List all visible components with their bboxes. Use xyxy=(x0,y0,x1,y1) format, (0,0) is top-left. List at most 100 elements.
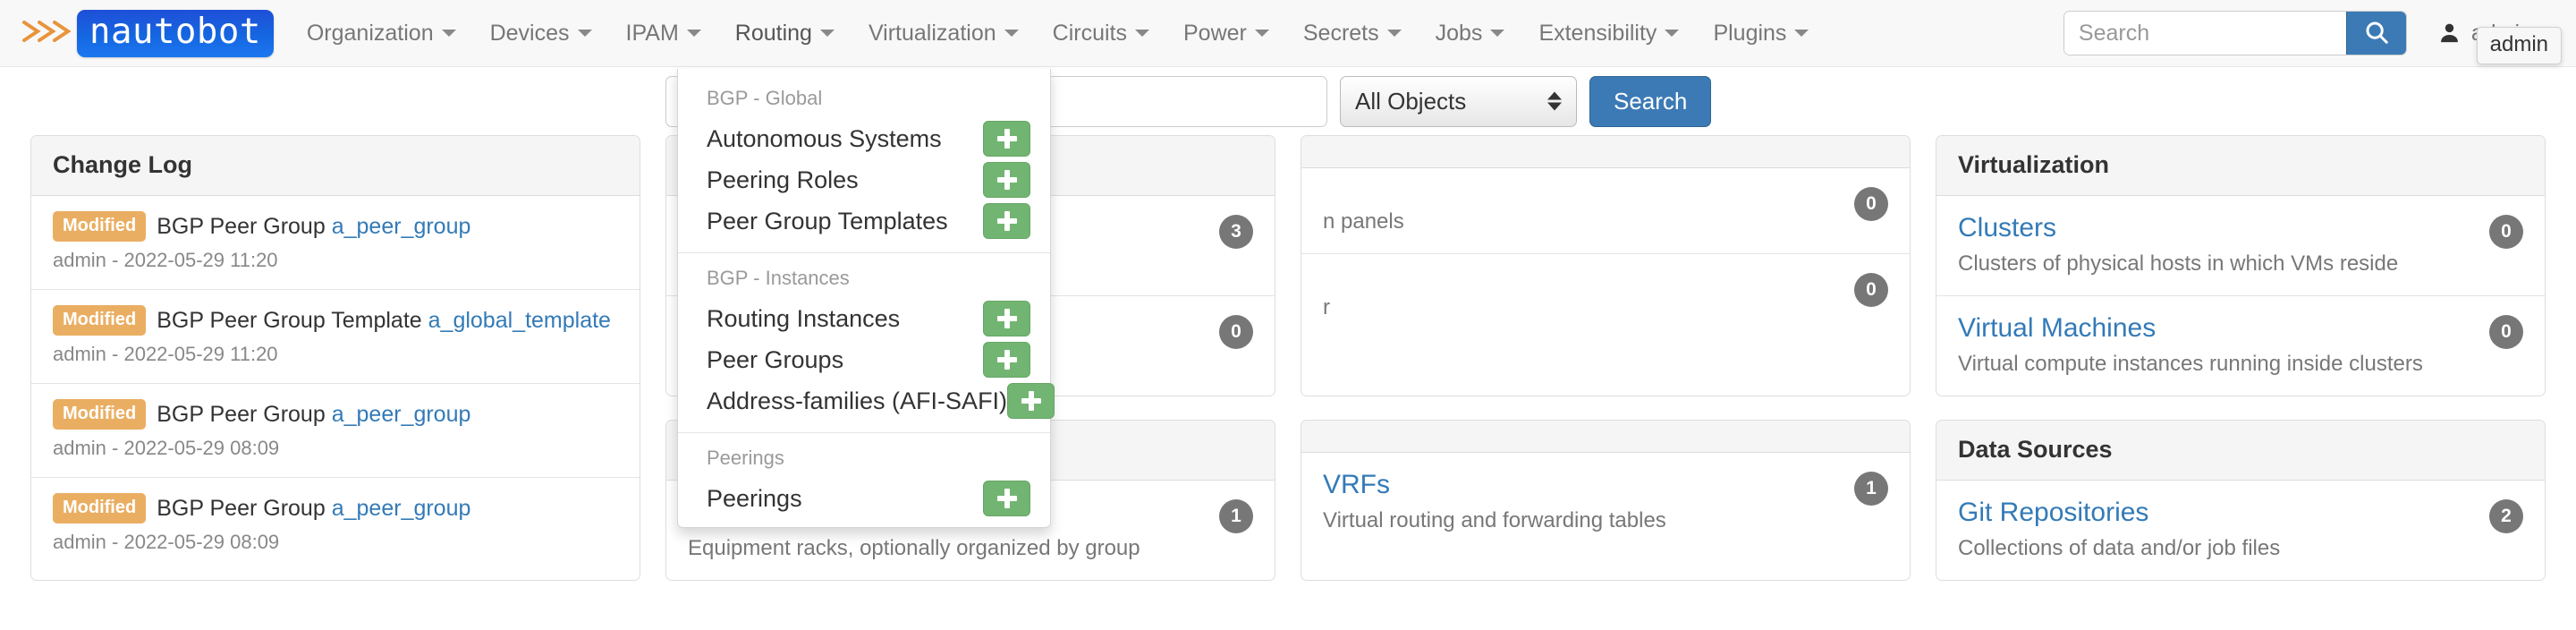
add-autonomous-system-button[interactable] xyxy=(983,121,1030,157)
nav-item-ipam[interactable]: IPAM xyxy=(609,0,718,67)
count-badge: 2 xyxy=(2489,499,2523,533)
nav-label: Jobs xyxy=(1436,21,1483,47)
count-badge: 1 xyxy=(1854,472,1888,506)
dropdown-item-peer-group-templates[interactable]: Peer Group Templates xyxy=(678,200,1050,242)
dropdown-item-label: Peer Group Templates xyxy=(707,208,948,235)
dropdown-item-label: Peering Roles xyxy=(707,166,859,194)
changelog-object-type: BGP Peer Group Template xyxy=(157,308,421,334)
chevrons-right-icon xyxy=(20,14,75,53)
count-badge: 0 xyxy=(1854,187,1888,221)
changelog-object-type: BGP Peer Group xyxy=(157,214,326,240)
nav-item-jobs[interactable]: Jobs xyxy=(1419,0,1522,67)
plus-icon xyxy=(1021,391,1041,411)
row-description: Virtual compute instances running inside… xyxy=(1958,352,2523,377)
count-badge: 3 xyxy=(1219,215,1253,249)
nav-label: Virtualization xyxy=(869,21,996,47)
status-badge: Modified xyxy=(53,211,146,242)
panel-occluded-upper: n panels 0 r 0 xyxy=(1301,135,1911,396)
changelog-object-link[interactable]: a_peer_group xyxy=(332,214,471,240)
global-search-button[interactable] xyxy=(2346,12,2406,55)
changelog-entry: Modified BGP Peer Group a_peer_group adm… xyxy=(31,196,640,290)
status-badge: Modified xyxy=(53,493,146,524)
nav-item-plugins[interactable]: Plugins xyxy=(1696,0,1826,67)
dropdown-item-peerings[interactable]: Peerings xyxy=(678,478,1050,519)
dropdown-section-header: BGP - Instances xyxy=(678,257,1050,298)
changelog-entry: Modified BGP Peer Group Template a_globa… xyxy=(31,290,640,384)
panel-change-log: Change Log Modified BGP Peer Group a_pee… xyxy=(30,135,640,581)
primary-nav: Organization Devices IPAM Routing Virtua… xyxy=(290,0,1826,67)
changelog-object-link[interactable]: a_peer_group xyxy=(332,496,471,522)
nav-label: Extensibility xyxy=(1538,21,1657,47)
changelog-object-link[interactable]: a_peer_group xyxy=(332,402,471,428)
brand-logo[interactable]: nautobot xyxy=(20,0,274,67)
nav-item-routing[interactable]: Routing xyxy=(718,0,852,67)
add-address-family-button[interactable] xyxy=(1007,383,1055,419)
count-badge: 0 xyxy=(2489,315,2523,349)
panel-row-vrfs: VRFs Virtual routing and forwarding tabl… xyxy=(1301,453,1910,552)
changelog-entry: Modified BGP Peer Group a_peer_group adm… xyxy=(31,384,640,478)
nav-item-extensibility[interactable]: Extensibility xyxy=(1521,0,1696,67)
dropdown-item-peer-groups[interactable]: Peer Groups xyxy=(678,339,1050,380)
add-peer-group-button[interactable] xyxy=(983,342,1030,378)
dropdown-item-address-families[interactable]: Address-families (AFI-SAFI) xyxy=(678,380,1050,421)
chevron-down-icon xyxy=(578,30,592,37)
chevron-down-icon xyxy=(442,30,456,37)
nav-item-devices[interactable]: Devices xyxy=(473,0,609,67)
panel-ipam: VRFs Virtual routing and forwarding tabl… xyxy=(1301,420,1911,581)
panel-data-sources: Data Sources Git Repositories Collection… xyxy=(1936,420,2546,581)
link-git-repositories[interactable]: Git Repositories xyxy=(1958,498,2148,528)
home-search-button[interactable]: Search xyxy=(1589,76,1711,127)
dropdown-item-label: Address-families (AFI-SAFI) xyxy=(707,387,1007,415)
panel-row-occluded-b: r 0 xyxy=(1301,254,1910,339)
panel-virtualization: Virtualization Clusters Clusters of phys… xyxy=(1936,135,2546,396)
chevron-down-icon xyxy=(1490,30,1504,37)
dropdown-item-autonomous-systems[interactable]: Autonomous Systems xyxy=(678,118,1050,159)
chevron-down-icon xyxy=(1794,30,1809,37)
panel-title xyxy=(1301,136,1910,168)
plus-icon xyxy=(997,350,1017,370)
chevron-down-icon xyxy=(820,30,835,37)
add-peering-button[interactable] xyxy=(983,481,1030,516)
object-scope-value: All Objects xyxy=(1355,88,1466,115)
nav-label: Devices xyxy=(490,21,570,47)
chevron-down-icon xyxy=(1387,30,1402,37)
link-virtual-machines[interactable]: Virtual Machines xyxy=(1958,313,2156,344)
search-icon xyxy=(2363,19,2390,48)
nav-label: IPAM xyxy=(626,21,679,47)
add-peer-group-template-button[interactable] xyxy=(983,203,1030,239)
count-badge: 1 xyxy=(1219,499,1253,533)
nav-item-virtualization[interactable]: Virtualization xyxy=(852,0,1036,67)
changelog-object-type: BGP Peer Group xyxy=(157,496,326,522)
nav-item-secrets[interactable]: Secrets xyxy=(1286,0,1419,67)
changelog-object-type: BGP Peer Group xyxy=(157,402,326,428)
chevron-down-icon xyxy=(1255,30,1269,37)
dropdown-divider xyxy=(678,432,1050,433)
panel-row-clusters: Clusters Clusters of physical hosts in w… xyxy=(1936,196,2545,296)
chevron-updown-icon xyxy=(1547,92,1562,111)
nav-item-power[interactable]: Power xyxy=(1166,0,1286,67)
chevron-down-icon xyxy=(687,30,701,37)
object-scope-select[interactable]: All Objects xyxy=(1340,76,1577,127)
nav-label: Organization xyxy=(307,21,434,47)
add-routing-instance-button[interactable] xyxy=(983,301,1030,336)
panel-title: Change Log xyxy=(31,136,640,196)
changelog-meta: admin - 2022-05-29 08:09 xyxy=(53,531,618,554)
plus-icon xyxy=(997,170,1017,190)
home-panel-grid: Organization Sites Geographic location 3… xyxy=(0,135,2576,581)
link-clusters[interactable]: Clusters xyxy=(1958,213,2056,243)
row-description: Equipment racks, optionally organized by… xyxy=(688,536,1253,561)
nav-item-circuits[interactable]: Circuits xyxy=(1036,0,1166,67)
row-description: n panels xyxy=(1323,209,1888,234)
dropdown-item-peering-roles[interactable]: Peering Roles xyxy=(678,159,1050,200)
changelog-object-link[interactable]: a_global_template xyxy=(428,308,611,334)
add-peering-role-button[interactable] xyxy=(983,162,1030,198)
dropdown-item-label: Autonomous Systems xyxy=(707,125,942,153)
nav-item-organization[interactable]: Organization xyxy=(290,0,473,67)
dropdown-section-header: Peerings xyxy=(678,437,1050,478)
link-vrfs[interactable]: VRFs xyxy=(1323,470,1390,500)
dropdown-item-routing-instances[interactable]: Routing Instances xyxy=(678,298,1050,339)
changelog-meta: admin - 2022-05-29 11:20 xyxy=(53,249,618,272)
status-badge: Modified xyxy=(53,305,146,336)
dropdown-item-label: Peer Groups xyxy=(707,346,843,374)
global-search-input[interactable] xyxy=(2064,12,2346,55)
